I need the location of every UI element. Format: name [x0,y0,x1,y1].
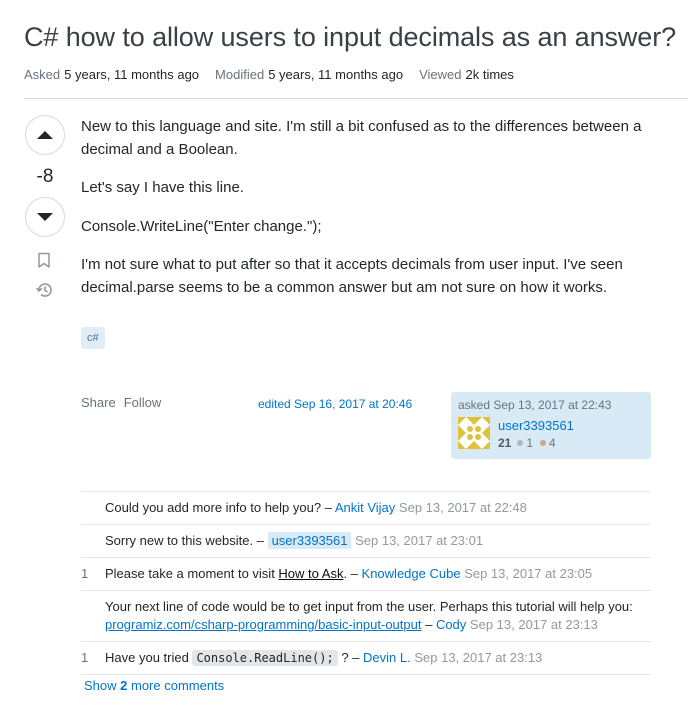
tag-csharp[interactable]: c# [81,327,105,349]
meta-modified-label: Modified [215,67,265,82]
upvote-button[interactable] [25,115,65,155]
arrow-down-icon [37,213,53,221]
comment-time[interactable]: Sep 13, 2017 at 23:13 [470,617,598,632]
show-more-comments-link[interactable]: Show 2 more comments [84,678,224,693]
body-paragraph: Let's say I have this line. [81,179,244,196]
history-icon[interactable] [35,281,54,304]
show-more-pre: Show [84,678,121,693]
asked-time: asked Sep 13, 2017 at 22:43 [458,398,612,412]
show-more-post: more comments [127,678,225,693]
body-paragraph: Console.WriteLine("Enter change."); [81,217,322,235]
asked-user-name[interactable]: user3393561 [498,418,574,433]
silver-badge-count: 1 [526,436,534,450]
comment-score: 1 [81,650,89,665]
meta-viewed-label: Viewed [419,67,462,82]
body-paragraph: New to this language and site. I'm still… [81,118,642,158]
comment-text: Please take a moment to visit [105,566,279,581]
follow-link[interactable]: Follow [124,395,162,410]
comment-link[interactable]: How to Ask [278,566,343,581]
comment-text: Have you tried [105,650,193,665]
vote-count: -8 [36,166,54,187]
meta-asked-label: Asked [24,67,61,82]
post-actions: Share Follow [81,395,161,410]
comment-code: Console.ReadLine(); [192,650,338,666]
downvote-button[interactable] [25,197,65,237]
comment-user[interactable]: Cody [436,617,466,632]
comment-text: Could you add more info to help you? – [105,500,335,515]
header-divider [24,98,688,99]
meta-viewed: Viewed 2k times [419,67,514,82]
bookmark-icon[interactable] [37,252,51,274]
silver-badge-icon [517,440,524,446]
bronze-badge-count: 4 [549,436,556,450]
comment-item: 1 Please take a moment to visit How to A… [81,558,651,591]
comment-time[interactable]: Sep 13, 2017 at 22:48 [399,500,527,515]
comments-list: Could you add more info to help you? – A… [81,491,651,675]
question-title: C# how to allow users to input decimals … [24,22,677,52]
comment-item: Sorry new to this website. – user3393561… [81,525,651,558]
comment-item: Could you add more info to help you? – A… [81,492,651,525]
arrow-up-icon [37,131,53,139]
comment-time[interactable]: Sep 13, 2017 at 23:05 [464,566,592,581]
share-link[interactable]: Share [81,395,116,410]
meta-asked-value: 5 years, 11 months ago [64,67,200,82]
comment-score: 1 [81,566,89,581]
comment-text: . – [343,566,362,581]
comment-user[interactable]: Devin L. [363,650,411,665]
comment-text: Sorry new to this website. – [105,533,268,548]
bronze-badge-icon [540,440,547,446]
meta-asked: Asked 5 years, 11 months ago [24,67,199,82]
user-reputation: 21 1 4 [498,436,563,450]
comment-text: ? – [337,650,364,665]
comment-time[interactable]: Sep 13, 2017 at 23:13 [414,650,542,665]
comment-user[interactable]: Ankit Vijay [335,500,395,515]
avatar[interactable] [458,417,490,449]
comment-user[interactable]: user3393561 [267,532,352,549]
body-paragraph: I'm not sure what to put after so that i… [81,256,623,296]
comment-user[interactable]: Knowledge Cube [362,566,461,581]
question-body: New to this language and site. I'm still… [81,116,651,315]
edited-link[interactable]: edited Sep 16, 2017 at 20:46 [258,397,412,411]
comment-text: Your next line of code would be to get i… [105,599,633,614]
meta-modified-value: 5 years, 11 months ago [268,67,404,82]
asked-user-card: asked Sep 13, 2017 at 22:43 user3393561 … [451,392,651,459]
comment-time[interactable]: Sep 13, 2017 at 23:01 [355,533,483,548]
reputation-score: 21 [498,436,512,450]
comment-item: 1 Have you tried Console.ReadLine(); ? –… [81,642,651,675]
meta-modified: Modified 5 years, 11 months ago [215,67,403,82]
meta-viewed-value: 2k times [465,67,514,82]
comment-sep: – [421,617,436,632]
comment-item: Your next line of code would be to get i… [81,591,651,642]
question-meta: Asked 5 years, 11 months ago Modified 5 ye… [24,67,514,82]
comment-link[interactable]: programiz.com/csharp-programming/basic-i… [105,617,421,632]
